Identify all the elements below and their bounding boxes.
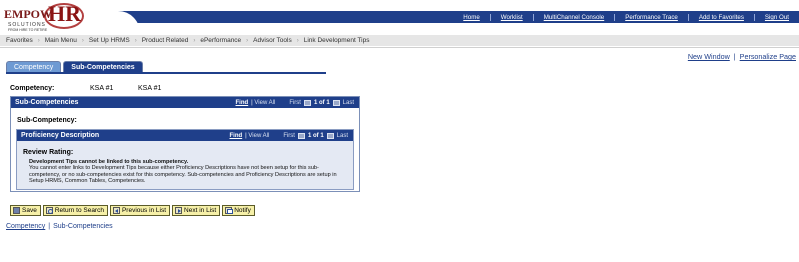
grid-navigation: Find | View All First 1 of 1 Last	[229, 132, 348, 139]
breadcrumb-separator: ›	[296, 37, 299, 44]
mail-icon	[225, 207, 234, 214]
notify-label: Notify	[234, 207, 251, 214]
nav-worklist-link[interactable]: Worklist	[489, 14, 533, 21]
breadcrumb-separator: ›	[246, 37, 249, 44]
first-link[interactable]: First	[289, 100, 301, 106]
previous-arrow-icon[interactable]	[303, 99, 311, 106]
page-tabs: Competency Sub-Competencies	[6, 61, 145, 72]
next-arrow-icon[interactable]	[326, 132, 334, 139]
bottom-tab-links: Competency | Sub-Competencies	[6, 223, 113, 230]
review-rating-label: Review Rating:	[23, 149, 74, 156]
return-to-search-label: Return to Search	[54, 207, 104, 214]
last-link[interactable]: Last	[343, 100, 354, 106]
breadcrumb-product-related[interactable]: Product Related	[142, 37, 189, 44]
breadcrumb-main-menu[interactable]: Main Menu	[45, 37, 77, 44]
row-count: 1 of 1	[307, 132, 324, 139]
proficiency-description-grid: Proficiency Description Find | View All …	[16, 129, 354, 190]
breadcrumb-link-development-tips[interactable]: Link Development Tips	[304, 37, 370, 44]
competency-label: Competency:	[10, 85, 55, 92]
previous-arrow-icon[interactable]	[297, 132, 305, 139]
next-in-list-label: Next in List	[184, 207, 217, 214]
breadcrumb-separator: ›	[81, 37, 84, 44]
save-label: Save	[22, 207, 37, 214]
warning-message: Development Tips cannot be linked to thi…	[29, 159, 349, 184]
link-separator: |	[733, 52, 736, 61]
return-to-search-button[interactable]: Return to Search	[42, 205, 108, 216]
search-icon	[45, 207, 53, 214]
breadcrumb-favorites[interactable]: Favorites	[6, 37, 33, 44]
nav-home-link[interactable]: Home	[453, 14, 490, 21]
first-link[interactable]: First	[283, 133, 295, 139]
empowhr-logo: EMPOW HR SOLUTIONS FROM HIRE TO RETIRE	[4, 1, 104, 35]
breadcrumb-separator: ›	[134, 37, 137, 44]
competency-row: Competency: KSA #1 KSA #1	[10, 85, 161, 92]
breadcrumb-set-up-hrms[interactable]: Set Up HRMS	[89, 37, 130, 44]
next-arrow-icon[interactable]	[332, 99, 340, 106]
grid-navigation: Find | View All First 1 of 1 Last	[235, 99, 354, 106]
find-link[interactable]: Find	[236, 100, 249, 106]
last-link[interactable]: Last	[337, 133, 348, 139]
tab-underline	[6, 72, 326, 74]
toolbar: Save Return to Search Previous in List N…	[10, 205, 257, 216]
warning-body: You cannot enter links to Development Ti…	[29, 165, 337, 184]
sub-competencies-grid: Sub-Competencies Find | View All First 1…	[10, 96, 360, 192]
breadcrumb-eperformance[interactable]: ePerformance	[200, 37, 241, 44]
sub-competencies-link[interactable]: Sub-Competencies	[53, 223, 113, 230]
logo-brand-right: HR	[48, 1, 81, 26]
save-icon	[13, 207, 20, 214]
sub-competency-label: Sub-Competency:	[17, 117, 77, 124]
arrow-right-icon	[175, 207, 183, 214]
competency-link[interactable]: Competency	[6, 223, 45, 230]
new-window-link[interactable]: New Window	[688, 52, 730, 61]
logo-tagline: FROM HIRE TO RETIRE	[8, 28, 48, 32]
page-utility-links: New Window | Personalize Page	[688, 52, 796, 61]
previous-in-list-label: Previous in List	[121, 207, 167, 214]
header-divider	[0, 47, 799, 48]
breadcrumb-separator: ›	[193, 37, 196, 44]
breadcrumb: Favorites › Main Menu › Set Up HRMS › Pr…	[0, 35, 799, 46]
nav-multichannel-console-link[interactable]: MultiChannel Console	[532, 14, 615, 21]
proficiency-description-title: Proficiency Description	[21, 132, 100, 139]
save-button[interactable]: Save	[10, 205, 41, 216]
competency-value: KSA #1	[90, 85, 114, 92]
nav-add-to-favorites-link[interactable]: Add to Favorites	[687, 14, 754, 21]
top-navigation: Home Worklist MultiChannel Console Perfo…	[453, 12, 799, 23]
competency-description: KSA #1	[138, 85, 162, 92]
breadcrumb-separator: ›	[37, 37, 40, 44]
arrow-left-icon	[112, 207, 120, 214]
notify-button[interactable]: Notify	[222, 205, 255, 216]
next-in-list-button[interactable]: Next in List	[172, 205, 221, 216]
find-link[interactable]: Find	[230, 133, 243, 139]
nav-performance-trace-link[interactable]: Performance Trace	[614, 14, 688, 21]
breadcrumb-advisor-tools[interactable]: Advisor Tools	[253, 37, 292, 44]
row-count: 1 of 1	[313, 99, 330, 106]
header-curve	[100, 11, 140, 33]
logo-brand-left: EMPOW	[4, 7, 52, 21]
view-all-link[interactable]: View All	[248, 133, 269, 139]
sub-competencies-title: Sub-Competencies	[15, 99, 79, 106]
sub-competencies-header: Sub-Competencies Find | View All First 1…	[11, 97, 359, 108]
personalize-page-link[interactable]: Personalize Page	[740, 52, 796, 61]
view-all-link[interactable]: View All	[254, 100, 275, 106]
tab-competency[interactable]: Competency	[6, 61, 62, 72]
link-separator: |	[48, 223, 51, 230]
previous-in-list-button[interactable]: Previous in List	[109, 205, 171, 216]
nav-sign-out-link[interactable]: Sign Out	[753, 14, 799, 21]
tab-sub-competencies[interactable]: Sub-Competencies	[63, 61, 143, 72]
proficiency-description-header: Proficiency Description Find | View All …	[17, 130, 353, 141]
